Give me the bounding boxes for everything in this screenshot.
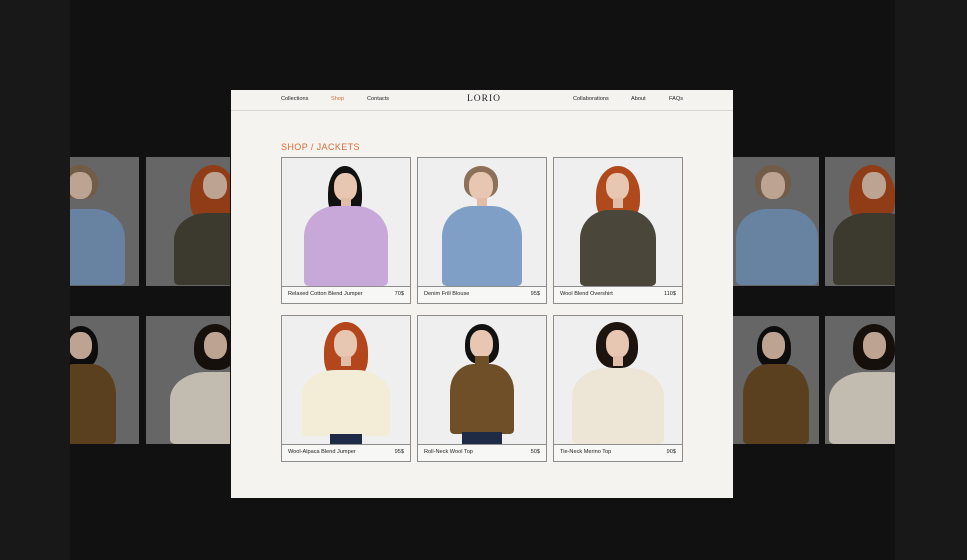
- product-card[interactable]: Wool-Alpaca Blend Jumper 95$: [281, 315, 411, 462]
- product-name[interactable]: Denim Frill Blouse: [424, 291, 469, 297]
- background-tile: [70, 157, 139, 286]
- product-name[interactable]: Roll-Neck Wool Top: [424, 449, 473, 455]
- product-name[interactable]: Wool Blend Overshirt: [560, 291, 613, 297]
- product-image[interactable]: [554, 158, 682, 287]
- product-price: 90$: [666, 449, 676, 455]
- product-price: 50$: [530, 449, 540, 455]
- product-name[interactable]: Tie-Neck Merino Top: [560, 449, 611, 455]
- nav-link-collections[interactable]: Collections: [281, 96, 308, 102]
- brand-logo[interactable]: LORIO: [467, 94, 501, 104]
- nav-link-contacts[interactable]: Contacts: [367, 96, 389, 102]
- background-tile: [146, 157, 230, 286]
- nav-link-faqs[interactable]: FAQs: [669, 96, 683, 102]
- nav-link-about[interactable]: About: [631, 96, 646, 102]
- product-name[interactable]: Wool-Alpaca Blend Jumper: [288, 449, 356, 455]
- product-card[interactable]: Roll-Neck Wool Top 50$: [417, 315, 547, 462]
- product-image[interactable]: [282, 316, 410, 445]
- model-figure: [418, 316, 546, 444]
- product-image[interactable]: [418, 158, 546, 287]
- product-price: 70$: [394, 291, 404, 297]
- product-card[interactable]: Wool Blend Overshirt 110$: [553, 157, 683, 304]
- product-price: 95$: [530, 291, 540, 297]
- nav-link-shop[interactable]: Shop: [331, 96, 344, 102]
- product-card[interactable]: Tie-Neck Merino Top 90$: [553, 315, 683, 462]
- background-tile: [825, 316, 895, 444]
- shop-page-window: Collections Shop Contacts LORIO Collabor…: [231, 90, 733, 498]
- product-price: 95$: [394, 449, 404, 455]
- model-figure: [554, 158, 682, 286]
- product-price: 110$: [663, 291, 676, 297]
- top-navigation: Collections Shop Contacts LORIO Collabor…: [231, 90, 733, 111]
- background-tile: [146, 316, 230, 444]
- background-tile: [825, 157, 895, 286]
- product-card[interactable]: Relaxed Cotton Blend Jumper 70$: [281, 157, 411, 304]
- background-tile: [733, 157, 819, 286]
- model-figure: [282, 316, 410, 444]
- product-image[interactable]: [282, 158, 410, 287]
- background-tile: [70, 316, 139, 444]
- product-card[interactable]: Denim Frill Blouse 95$: [417, 157, 547, 304]
- background-tile: [733, 316, 819, 444]
- nav-link-collaborations[interactable]: Collaborations: [573, 96, 609, 102]
- model-figure: [282, 158, 410, 286]
- model-figure: [418, 158, 546, 286]
- product-name[interactable]: Relaxed Cotton Blend Jumper: [288, 291, 363, 297]
- product-image[interactable]: [554, 316, 682, 445]
- product-image[interactable]: [418, 316, 546, 445]
- page-title: SHOP / JACKETS: [281, 142, 360, 152]
- model-figure: [554, 316, 682, 444]
